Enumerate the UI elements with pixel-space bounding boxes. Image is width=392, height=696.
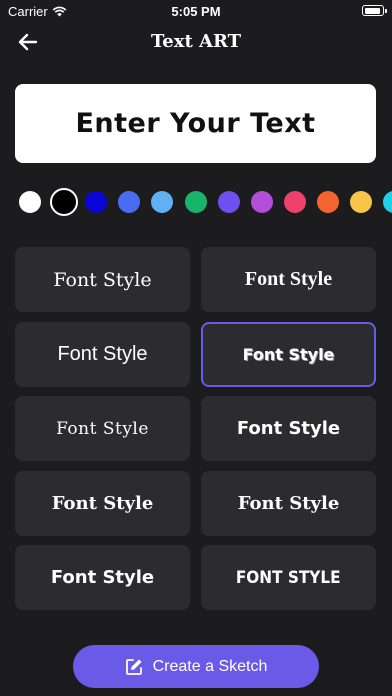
color-swatch-violet[interactable] <box>218 191 240 213</box>
font-style-option-3[interactable]: Font Style <box>15 322 190 387</box>
status-time: 5:05 PM <box>171 4 221 19</box>
page-title: Text ART <box>150 31 242 52</box>
color-swatch-cyan[interactable] <box>383 191 392 213</box>
color-swatch-sky-blue[interactable] <box>151 191 173 213</box>
font-style-option-9[interactable]: Font Style <box>15 545 190 610</box>
create-sketch-button[interactable]: Create a Sketch <box>73 645 319 688</box>
font-style-option-8[interactable]: Font Style <box>201 471 376 536</box>
font-style-option-7[interactable]: Font Style <box>15 471 190 536</box>
color-palette <box>0 186 392 218</box>
edit-icon <box>125 658 142 675</box>
text-preview-input[interactable]: Enter Your Text <box>15 84 376 163</box>
preview-text: Enter Your Text <box>75 108 316 139</box>
font-style-label: FONT STYLE <box>236 567 341 588</box>
color-swatch-royal-blue[interactable] <box>118 191 140 213</box>
font-style-label: Font Style <box>244 268 333 290</box>
color-swatch-navy-blue[interactable] <box>85 191 107 213</box>
font-style-option-4[interactable]: Font Style <box>201 322 376 387</box>
font-style-option-2[interactable]: Font Style <box>201 247 376 312</box>
color-swatch-orange[interactable] <box>317 191 339 213</box>
color-swatch-pink[interactable] <box>284 191 306 213</box>
font-style-option-10[interactable]: FONT STYLE <box>201 545 376 610</box>
nav-bar: Text ART <box>0 22 392 60</box>
color-swatch-green[interactable] <box>185 191 207 213</box>
status-bar: Carrier 5:05 PM <box>0 0 392 22</box>
color-swatch-yellow[interactable] <box>350 191 372 213</box>
color-swatch-magenta[interactable] <box>251 191 273 213</box>
font-style-option-6[interactable]: Font Style <box>201 396 376 461</box>
font-style-label: Font Style <box>53 268 152 291</box>
font-style-label: Font Style <box>237 493 340 514</box>
font-style-label: Font Style <box>242 345 335 364</box>
color-swatch-black[interactable] <box>50 188 78 216</box>
font-style-option-5[interactable]: Font Style <box>15 396 190 461</box>
color-swatch-white[interactable] <box>19 191 41 213</box>
create-sketch-label: Create a Sketch <box>152 657 268 675</box>
font-style-label: Font Style <box>51 493 154 514</box>
font-style-option-1[interactable]: Font Style <box>15 247 190 312</box>
battery-icon <box>362 5 387 16</box>
font-style-label: Font Style <box>56 418 149 439</box>
font-style-label: Font Style <box>236 418 341 439</box>
font-style-label: Font Style <box>50 567 155 588</box>
font-style-label: Font Style <box>57 343 148 365</box>
